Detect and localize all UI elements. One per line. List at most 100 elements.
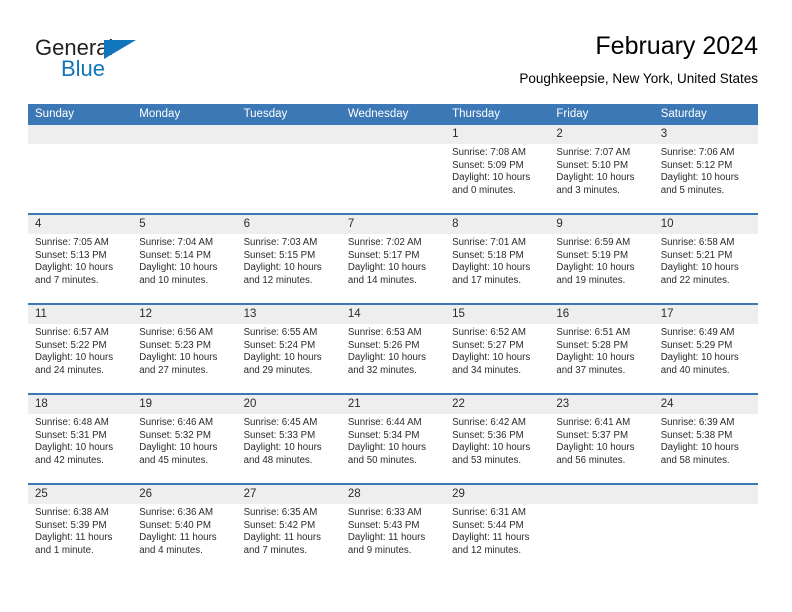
day-sun-info: Sunrise: 7:07 AM Sunset: 5:10 PM Daylight:… (549, 144, 653, 197)
day-info-line: Daylight: 10 hours (660, 262, 739, 274)
day-info-line: Sunset: 5:14 PM (139, 249, 211, 261)
day-cell-22[interactable]: 22 Sunrise: 6:42 AM Sunset: 5:36 PM Dayligh… (445, 395, 550, 483)
day-info-line: Sunrise: 6:31 AM (452, 507, 526, 518)
day-sun-info: Sunrise: 6:55 AM Sunset: 5:24 PM Daylight:… (237, 324, 341, 377)
day-info-line: Sunrise: 7:08 AM (452, 147, 526, 158)
day-number-band: 22 (445, 395, 550, 414)
day-sun-info: Sunrise: 6:49 AM Sunset: 5:29 PM Daylight:… (654, 324, 758, 377)
day-cell-6[interactable]: 6 Sunrise: 7:03 AM Sunset: 5:15 PM Daylight… (236, 215, 341, 303)
day-cell-28[interactable]: 28 Sunrise: 6:33 AM Sunset: 5:43 PM Dayligh… (340, 485, 446, 573)
day-info-line: Sunset: 5:28 PM (556, 339, 629, 351)
day-number-band: 26 (132, 485, 237, 504)
calendar-week-row: 4 Sunrise: 7:05 AM Sunset: 5:13 PM Daylight… (28, 213, 758, 303)
day-number-band: 17 (653, 305, 758, 324)
day-cell-24[interactable]: 24 Sunrise: 6:39 AM Sunset: 5:38 PM Dayligh… (653, 395, 758, 483)
day-cell-17[interactable]: 17 Sunrise: 6:49 AM Sunset: 5:29 PM Dayligh… (653, 305, 758, 393)
page-header: General Blue February 2024 Poughkeepsie,… (28, 30, 758, 98)
day-sun-info: Sunrise: 6:52 AM Sunset: 5:27 PM Daylight:… (445, 324, 549, 377)
day-number-band: 20 (236, 395, 341, 414)
day-number: 23 (556, 398, 570, 410)
day-info-line: Sunrise: 6:44 AM (347, 417, 422, 428)
day-sun-info: Sunrise: 6:53 AM Sunset: 5:26 PM Daylight:… (341, 324, 445, 377)
day-cell-20[interactable]: 20 Sunrise: 6:45 AM Sunset: 5:33 PM Dayligh… (236, 395, 341, 483)
day-cell-15[interactable]: 15 Sunrise: 6:52 AM Sunset: 5:27 PM Dayligh… (445, 305, 550, 393)
weekday-header-monday: Monday (139, 108, 181, 120)
day-cell-7[interactable]: 7 Sunrise: 7:02 AM Sunset: 5:17 PM Daylight… (340, 215, 446, 303)
day-cell-18[interactable]: 18 Sunrise: 6:48 AM Sunset: 5:31 PM Dayligh… (28, 395, 133, 483)
day-info-line: and 22 minutes. (660, 274, 730, 286)
day-number-band: 21 (340, 395, 446, 414)
day-cell-1[interactable]: 1 Sunrise: 7:08 AM Sunset: 5:09 PM Daylight… (445, 125, 550, 213)
day-cell-25[interactable]: 25 Sunrise: 6:38 AM Sunset: 5:39 PM Dayligh… (28, 485, 133, 573)
day-cell-19[interactable]: 19 Sunrise: 6:46 AM Sunset: 5:32 PM Dayligh… (132, 395, 237, 483)
day-info-line: and 34 minutes. (452, 364, 522, 376)
day-cell-26[interactable]: 26 Sunrise: 6:36 AM Sunset: 5:40 PM Dayligh… (132, 485, 237, 573)
day-cell-12[interactable]: 12 Sunrise: 6:56 AM Sunset: 5:23 PM Dayligh… (132, 305, 237, 393)
day-cell-21[interactable]: 21 Sunrise: 6:44 AM Sunset: 5:34 PM Dayligh… (340, 395, 446, 483)
day-info-line: Sunset: 5:12 PM (660, 159, 733, 171)
day-info-line: Sunset: 5:31 PM (35, 429, 107, 441)
day-info-line: Sunrise: 6:35 AM (243, 507, 318, 518)
day-cell-27[interactable]: 27 Sunrise: 6:35 AM Sunset: 5:42 PM Dayligh… (236, 485, 341, 573)
day-info-line: and 9 minutes. (347, 544, 412, 556)
day-cell-23[interactable]: 23 Sunrise: 6:41 AM Sunset: 5:37 PM Dayligh… (549, 395, 654, 483)
day-info-line: Sunrise: 7:02 AM (347, 237, 422, 248)
day-cell-8[interactable]: 8 Sunrise: 7:01 AM Sunset: 5:18 PM Daylight… (445, 215, 550, 303)
day-sun-info: Sunrise: 6:36 AM Sunset: 5:40 PM Daylight:… (132, 504, 236, 557)
calendar-week-row: 18 Sunrise: 6:48 AM Sunset: 5:31 PM Dayligh… (28, 393, 758, 483)
day-number-band (653, 485, 758, 504)
day-cell-10[interactable]: 10 Sunrise: 6:58 AM Sunset: 5:21 PM Dayligh… (653, 215, 758, 303)
day-cell-empty (28, 125, 133, 213)
day-info-line: Sunrise: 7:07 AM (556, 147, 631, 158)
day-cell-11[interactable]: 11 Sunrise: 6:57 AM Sunset: 5:22 PM Dayligh… (28, 305, 133, 393)
day-number: 19 (139, 398, 153, 410)
day-info-line: Daylight: 10 hours (139, 442, 218, 454)
day-info-line: and 0 minutes. (452, 184, 516, 196)
weekday-header-wednesday: Wednesday (347, 108, 409, 120)
page-subtitle: Poughkeepsie, New York, United States (519, 71, 758, 86)
day-info-line: Daylight: 10 hours (243, 262, 322, 274)
day-cell-4[interactable]: 4 Sunrise: 7:05 AM Sunset: 5:13 PM Daylight… (28, 215, 133, 303)
day-info-line: and 10 minutes. (139, 274, 209, 286)
day-number-band: 10 (653, 215, 758, 234)
day-info-line: Sunset: 5:13 PM (35, 249, 107, 261)
week-grid: 11 Sunrise: 6:57 AM Sunset: 5:22 PM Dayligh… (28, 305, 758, 393)
week-grid: 4 Sunrise: 7:05 AM Sunset: 5:13 PM Daylight… (28, 215, 758, 303)
day-number-band: 24 (653, 395, 758, 414)
day-info-line: Sunrise: 6:55 AM (243, 327, 318, 338)
day-sun-info: Sunrise: 6:48 AM Sunset: 5:31 PM Daylight:… (28, 414, 132, 467)
calendar-table: Sunday Monday Tuesday Wednesday Thursday Frid… (28, 104, 758, 573)
day-cell-16[interactable]: 16 Sunrise: 6:51 AM Sunset: 5:28 PM Dayligh… (549, 305, 654, 393)
day-info-line: Sunrise: 6:59 AM (556, 237, 631, 248)
day-info-line: and 32 minutes. (347, 364, 417, 376)
day-info-line: and 12 minutes. (452, 544, 522, 556)
day-number: 27 (243, 488, 257, 500)
day-info-line: Sunset: 5:38 PM (660, 429, 733, 441)
day-info-line: Daylight: 10 hours (556, 172, 635, 184)
day-number-band: 8 (445, 215, 550, 234)
day-number-band: 27 (236, 485, 341, 504)
day-cell-9[interactable]: 9 Sunrise: 6:59 AM Sunset: 5:19 PM Daylight… (549, 215, 654, 303)
day-cell-3[interactable]: 3 Sunrise: 7:06 AM Sunset: 5:12 PM Daylight… (653, 125, 758, 213)
day-info-line: Sunset: 5:10 PM (556, 159, 629, 171)
day-number: 28 (347, 488, 361, 500)
day-cell-2[interactable]: 2 Sunrise: 7:07 AM Sunset: 5:10 PM Daylight… (549, 125, 654, 213)
day-cell-29[interactable]: 29 Sunrise: 6:31 AM Sunset: 5:44 PM Dayligh… (445, 485, 550, 573)
day-info-line: Sunset: 5:24 PM (243, 339, 316, 351)
page-title: February 2024 (595, 32, 758, 60)
day-info-line: and 12 minutes. (243, 274, 313, 286)
day-cell-empty (236, 125, 341, 213)
day-info-line: Sunset: 5:32 PM (139, 429, 211, 441)
day-cell-5[interactable]: 5 Sunrise: 7:04 AM Sunset: 5:14 PM Daylight… (132, 215, 237, 303)
day-number: 17 (660, 308, 674, 320)
day-info-line: Sunrise: 6:42 AM (452, 417, 526, 428)
day-info-line: Sunrise: 6:36 AM (139, 507, 214, 518)
day-info-line: and 7 minutes. (243, 544, 308, 556)
general-blue-logo[interactable]: General Blue (35, 36, 185, 92)
day-info-line: Daylight: 11 hours (243, 532, 321, 544)
day-info-line: Daylight: 10 hours (139, 352, 218, 364)
day-cell-14[interactable]: 14 Sunrise: 6:53 AM Sunset: 5:26 PM Dayligh… (340, 305, 446, 393)
day-number-band: 13 (236, 305, 341, 324)
day-cell-13[interactable]: 13 Sunrise: 6:55 AM Sunset: 5:24 PM Dayligh… (236, 305, 341, 393)
day-info-line: Sunset: 5:37 PM (556, 429, 629, 441)
